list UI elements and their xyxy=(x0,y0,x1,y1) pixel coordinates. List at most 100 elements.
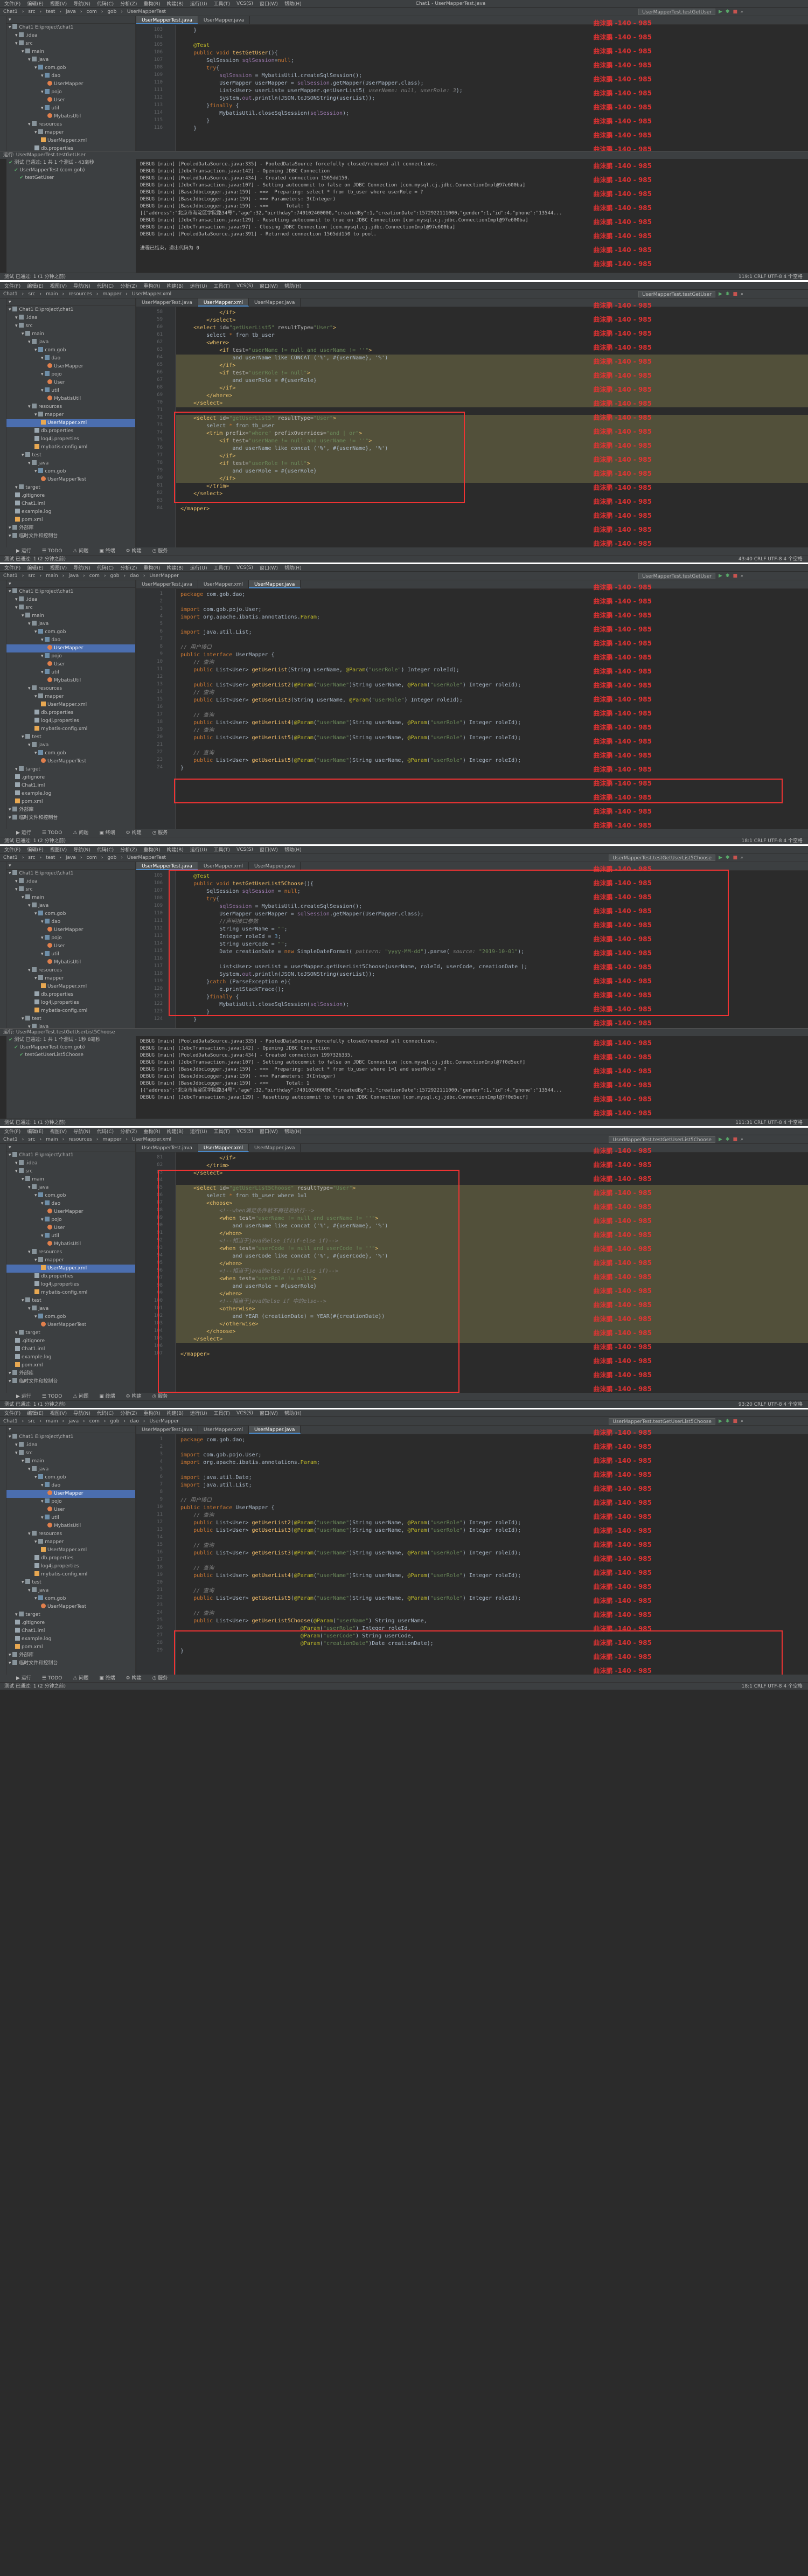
tool-window-tab[interactable]: ▣ 终端 xyxy=(99,829,115,837)
project-tree-item[interactable]: log4j.properties xyxy=(6,999,135,1007)
breadcrumb-item[interactable]: com xyxy=(89,573,100,579)
tree-expand-icon[interactable]: ▾ xyxy=(34,348,38,353)
project-tree-item[interactable]: ▾ com.gob xyxy=(6,1313,135,1321)
menu-item[interactable]: 帮助(H) xyxy=(284,1128,302,1135)
tree-expand-icon[interactable]: ▾ xyxy=(9,1661,12,1666)
breadcrumb-item[interactable]: src xyxy=(28,1137,35,1142)
project-tree-item[interactable]: ▾ pojo xyxy=(6,371,135,379)
editor-tab[interactable]: UserMapperTest.java xyxy=(136,862,198,870)
breadcrumb-item[interactable]: java xyxy=(66,9,76,15)
tool-window-tab[interactable]: ◷ 服务 xyxy=(152,829,168,837)
run-config-select[interactable]: UserMapperTest.testGetUser xyxy=(638,573,715,579)
test-result-item[interactable]: ✔ testGetUserList5Choose xyxy=(6,1051,136,1059)
project-tree-item[interactable]: User xyxy=(6,1506,135,1514)
tree-expand-icon[interactable]: ▾ xyxy=(9,1652,12,1658)
menu-item[interactable]: 重构(R) xyxy=(143,1409,160,1417)
project-tree-item[interactable]: User xyxy=(6,379,135,387)
tree-expand-icon[interactable]: ▾ xyxy=(41,73,45,79)
tree-expand-icon[interactable]: ▾ xyxy=(9,525,12,531)
breadcrumb-item[interactable]: gob xyxy=(107,9,116,15)
tree-expand-icon[interactable]: ▾ xyxy=(28,742,32,748)
project-tree-item[interactable]: MybatisUtil xyxy=(6,395,135,403)
tool-window-tab[interactable]: ⚠ 问题 xyxy=(73,829,88,837)
project-tree-item[interactable]: ▾ util xyxy=(6,105,135,113)
breadcrumb-item[interactable]: com xyxy=(87,855,97,860)
editor-tab[interactable]: UserMapper.java xyxy=(249,1426,301,1434)
project-tree-item[interactable]: UserMapper xyxy=(6,926,135,934)
project-tree-item[interactable]: .gitignore xyxy=(6,1337,135,1345)
menu-item[interactable]: 编辑(E) xyxy=(27,1128,44,1135)
project-tree-item[interactable]: ▾ pojo xyxy=(6,934,135,942)
project-tree-item[interactable]: mybatis-config.xml xyxy=(6,725,135,733)
project-tree-item[interactable]: ▾ 临时文件和控制台 xyxy=(6,814,135,822)
menu-item[interactable]: 视图(V) xyxy=(50,0,67,7)
search-icon[interactable]: ⌕ xyxy=(741,1137,743,1142)
menu-item[interactable]: 代码(C) xyxy=(97,846,114,853)
project-tree-item[interactable]: ▾ Chat1 E:\project\chat1 xyxy=(6,1151,135,1159)
tree-expand-icon[interactable]: ▾ xyxy=(9,25,12,30)
search-icon[interactable]: ⌕ xyxy=(741,573,743,579)
menu-item[interactable]: 导航(N) xyxy=(73,282,90,289)
project-tree-item[interactable]: log4j.properties xyxy=(6,717,135,725)
tool-window-tab[interactable]: ▶ 运行 xyxy=(16,547,31,555)
menu-item[interactable]: 分析(Z) xyxy=(120,1409,137,1417)
menu-item[interactable]: 重构(R) xyxy=(143,0,160,7)
project-tree-item[interactable]: ▾ 临时文件和控制台 xyxy=(6,532,135,540)
menu-item[interactable]: 帮助(H) xyxy=(284,564,302,571)
tool-window-tab[interactable]: ☰ TODO xyxy=(42,829,62,837)
menu-item[interactable]: 导航(N) xyxy=(73,1128,90,1135)
stop-icon[interactable]: ■ xyxy=(733,1137,737,1142)
code-editor[interactable]: UserMapperTest.java UserMapper.xml UserMap… xyxy=(136,1144,808,1400)
project-tree-item[interactable]: ▾ resources xyxy=(6,403,135,411)
menu-item[interactable]: 导航(N) xyxy=(73,564,90,571)
test-result-item[interactable]: ✔ UserMapperTest (com.gob) xyxy=(6,166,136,174)
project-tree-item[interactable]: ▾ pojo xyxy=(6,1498,135,1506)
tool-window-tab[interactable]: ◷ 服务 xyxy=(152,547,168,555)
menu-item[interactable]: 重构(R) xyxy=(143,846,160,853)
project-tree-item[interactable]: .gitignore xyxy=(6,1619,135,1627)
project-tree-item[interactable]: ▾ dao xyxy=(6,355,135,363)
project-tree-item[interactable]: ▾ target xyxy=(6,1611,135,1619)
project-tree-item[interactable]: example.log xyxy=(6,1353,135,1362)
project-tree-item[interactable]: User xyxy=(6,96,135,105)
code-editor[interactable]: UserMapperTest.java UserMapper.xml UserMap… xyxy=(136,862,808,1028)
editor-tab[interactable]: UserMapper.java xyxy=(249,580,301,588)
menu-item[interactable]: 分析(Z) xyxy=(120,564,137,571)
project-tree-item[interactable]: log4j.properties xyxy=(6,1563,135,1571)
breadcrumb-item[interactable]: mapper xyxy=(102,1137,121,1142)
breadcrumb-item[interactable]: test xyxy=(46,9,55,15)
tree-expand-icon[interactable]: ▾ xyxy=(22,734,25,740)
search-icon[interactable]: ⌕ xyxy=(741,291,743,297)
tree-expand-icon[interactable]: ▾ xyxy=(41,388,45,393)
menu-item[interactable]: VCS(S) xyxy=(236,565,253,571)
project-tree-item[interactable]: ▾ test xyxy=(6,733,135,741)
breadcrumb-item[interactable]: src xyxy=(28,291,35,297)
run-config-select[interactable]: UserMapperTest.testGetUser xyxy=(638,9,715,15)
tree-expand-icon[interactable]: ▾ xyxy=(34,911,38,916)
menu-item[interactable]: 编辑(E) xyxy=(27,0,44,7)
breadcrumb-item[interactable]: mapper xyxy=(102,291,121,297)
code-area[interactable]: </if> </select> <select id="getUserList5… xyxy=(176,309,808,555)
tool-window-tab[interactable]: ⚠ 问题 xyxy=(73,1675,88,1682)
breadcrumb-item[interactable]: UserMapper.xml xyxy=(132,291,171,297)
breadcrumb-item[interactable]: test xyxy=(46,855,55,860)
tree-expand-icon[interactable]: ▾ xyxy=(41,637,45,643)
tree-expand-icon[interactable]: ▾ xyxy=(15,315,19,321)
menu-item[interactable]: 构建(B) xyxy=(167,282,184,289)
project-tree-item[interactable]: ▾ pojo xyxy=(6,652,135,661)
menu-item[interactable]: 编辑(E) xyxy=(27,1409,44,1417)
breadcrumb-item[interactable]: java xyxy=(68,1419,79,1424)
tree-expand-icon[interactable]: ▾ xyxy=(28,1467,32,1472)
project-tree-item[interactable]: ▾ java xyxy=(6,741,135,749)
breadcrumb-item[interactable]: Chat1 xyxy=(3,855,18,860)
tree-expand-icon[interactable]: ▾ xyxy=(9,815,12,821)
project-tree-item[interactable]: ▾ com.gob xyxy=(6,346,135,355)
breadcrumb-item[interactable]: gob xyxy=(107,855,116,860)
project-tree-item[interactable]: UserMapperTest xyxy=(6,758,135,766)
project-tree-item[interactable]: ▾ src xyxy=(6,40,135,48)
project-tree-item[interactable]: ▾ target xyxy=(6,766,135,774)
project-tree-item[interactable]: User xyxy=(6,942,135,950)
breadcrumb-item[interactable]: main xyxy=(46,291,58,297)
tree-expand-icon[interactable]: ▾ xyxy=(28,1531,32,1537)
menu-item[interactable]: 工具(T) xyxy=(214,564,231,571)
